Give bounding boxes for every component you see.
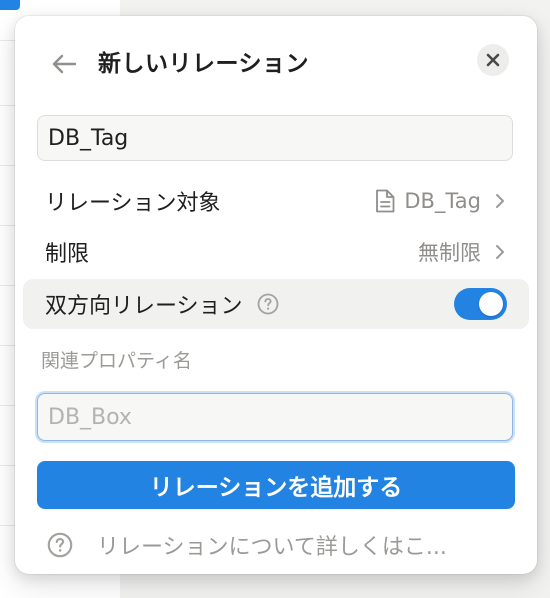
close-icon <box>486 53 500 67</box>
relation-target-row[interactable]: リレーション対象 DB_Tag <box>23 177 529 225</box>
bidirectional-label: 双方向リレーション <box>45 294 243 319</box>
limit-row[interactable]: 制限 無制限 <box>23 228 529 276</box>
relation-target-value: DB_Tag <box>404 189 481 213</box>
chevron-right-icon <box>496 245 504 259</box>
help-icon[interactable] <box>257 293 279 315</box>
help-icon <box>47 532 73 558</box>
related-property-input[interactable] <box>37 393 513 441</box>
chevron-right-icon <box>496 194 504 208</box>
limit-value-group: 無制限 <box>418 237 507 267</box>
limit-value: 無制限 <box>418 241 481 265</box>
bidirectional-row[interactable]: 双方向リレーション <box>23 279 529 329</box>
toggle-knob <box>479 292 503 316</box>
arrow-left-icon <box>52 54 77 74</box>
background-badge <box>0 0 20 10</box>
learn-more-text: リレーションについて詳しくはこ... <box>97 535 447 560</box>
back-button[interactable] <box>48 48 80 80</box>
related-property-label: 関連プロパティ名 <box>41 350 192 372</box>
page-icon <box>376 189 395 213</box>
limit-label: 制限 <box>45 242 90 267</box>
add-relation-button[interactable]: リレーションを追加する <box>37 461 515 509</box>
learn-more-link[interactable]: リレーションについて詳しくはこ... <box>47 525 507 565</box>
new-relation-panel: 新しいリレーション リレーション対象 DB_Tag 制限 無制限 <box>15 16 537 574</box>
relation-target-label: リレーション対象 <box>45 191 221 216</box>
panel-title: 新しいリレーション <box>98 51 310 77</box>
bidirectional-toggle[interactable] <box>454 288 507 320</box>
relation-name-input[interactable] <box>37 115 513 161</box>
relation-target-value-group: DB_Tag <box>374 188 507 214</box>
close-button[interactable] <box>477 44 509 76</box>
